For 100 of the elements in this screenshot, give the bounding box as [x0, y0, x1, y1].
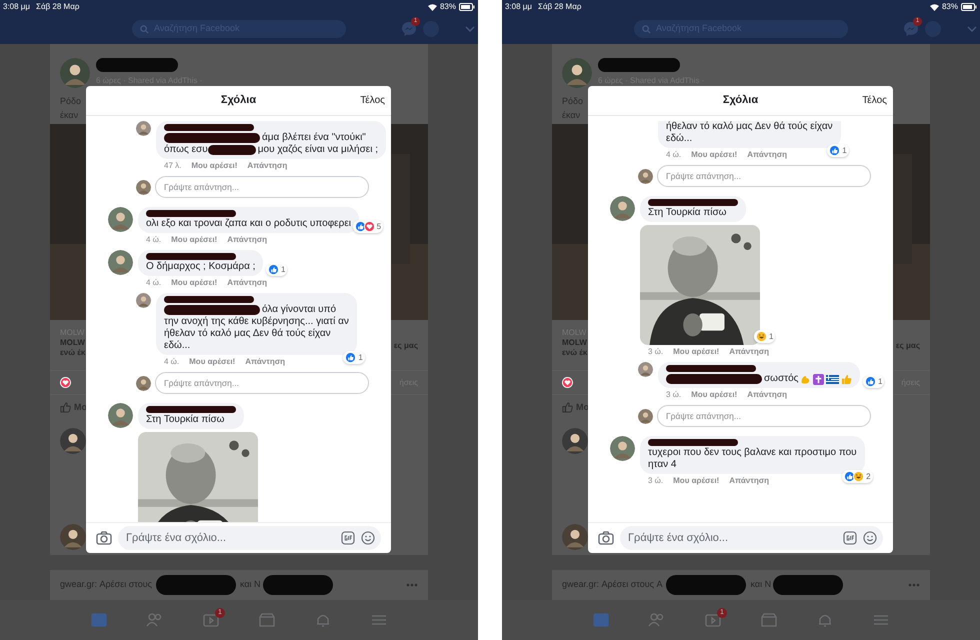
video-icon[interactable] [202, 612, 220, 628]
comment-time: 4 ώ. [146, 235, 162, 245]
messenger-icon[interactable] [401, 21, 417, 37]
reply-link[interactable]: Απάντηση [747, 390, 788, 400]
avatar [610, 436, 635, 461]
thumbs-up-icon [841, 374, 852, 384]
comment-time: 4 ώ. [164, 357, 180, 367]
avatar [108, 250, 133, 275]
news-feed-icon[interactable] [592, 612, 610, 628]
thumbs-up-icon [60, 402, 71, 413]
reaction-count[interactable]: 2 [842, 470, 873, 483]
comment-text: ηταν 4 [648, 459, 676, 471]
reply-link[interactable]: Απάντηση [729, 347, 770, 357]
author-avatar [60, 58, 90, 88]
avatar [136, 376, 151, 390]
smiley-icon[interactable] [863, 531, 877, 545]
commenter-avatar [60, 524, 86, 550]
status-time: 3:08 μμ [505, 1, 532, 13]
dialog-title: Σχόλια [722, 93, 758, 108]
chevron-down-icon[interactable] [967, 26, 977, 32]
reaction-count[interactable]: 1 [343, 351, 365, 364]
done-button[interactable]: Τέλος [360, 93, 385, 108]
smiley-icon[interactable] [361, 531, 375, 545]
status-date: Σάβ 28 Μαρ [36, 1, 80, 13]
laughing-reaction-icon [853, 471, 864, 482]
like-link[interactable]: Μου αρέσει! [191, 161, 238, 171]
like-link[interactable]: Μου αρέσει! [171, 278, 218, 288]
avatar [136, 293, 151, 308]
reply-link[interactable]: Απάντηση [247, 161, 288, 171]
like-link[interactable]: Μου αρέσει! [673, 476, 720, 486]
avatar [108, 403, 133, 428]
done-button[interactable]: Τέλος [862, 93, 887, 108]
like-link[interactable]: Μου αρέσει! [171, 235, 218, 245]
dialog-title: Σχόλια [220, 93, 256, 108]
bell-icon[interactable] [314, 612, 332, 628]
flexed-arm-icon [800, 374, 812, 384]
commenter-avatar [60, 428, 86, 454]
reaction-count[interactable]: 1 [754, 330, 776, 343]
comment-time: 3 ώ. [666, 390, 682, 400]
like-link[interactable]: Μου αρέσει! [189, 357, 236, 367]
comment-text: σωστός [764, 373, 798, 385]
like-reaction-icon [268, 264, 280, 275]
redaction-bar [773, 575, 844, 595]
gif-icon[interactable] [341, 531, 355, 545]
messenger-icon[interactable] [903, 21, 919, 37]
comment-time: 4 ώ. [146, 278, 162, 288]
comment-text: μου χαζός είναι να μιλήσει ; [258, 144, 378, 156]
chevron-down-icon[interactable] [465, 26, 475, 32]
commenter-avatar [562, 524, 588, 550]
comment-text: ήθελαν τό καλό μας Δεν θά τούς είχαν [164, 328, 331, 340]
status-time: 3:08 μμ [3, 1, 30, 13]
commenter-avatar [562, 428, 588, 454]
comment-text: εδώ... [164, 340, 190, 352]
comment-time: 3 ώ. [648, 347, 664, 357]
reply-link[interactable]: Απάντηση [245, 357, 286, 367]
cross-icon [813, 374, 824, 384]
more-icon[interactable] [406, 583, 418, 587]
bell-icon[interactable] [816, 612, 834, 628]
status-date: Σάβ 28 Μαρ [538, 1, 582, 13]
comment-text: την ανοχή της κάθε κυβέρνησης... γιατί αν [164, 316, 349, 328]
heart-reaction-icon [60, 377, 71, 388]
flag-icon [826, 374, 840, 384]
reply-field[interactable]: Γράψτε απάντηση... [657, 405, 871, 427]
like-link[interactable]: Μου αρέσει! [691, 390, 738, 400]
avatar [108, 207, 133, 232]
comment-text: Ο δήμαρχος ; Κοσμάρα ; [146, 261, 256, 273]
wifi-icon [930, 4, 939, 10]
comment-time: 3 ώ. [648, 476, 664, 486]
news-feed-icon[interactable] [90, 612, 108, 628]
comment-time: 47 λ. [164, 161, 182, 171]
reply-link[interactable]: Απάντηση [729, 476, 770, 486]
comment-field[interactable]: Γράψτε ένα σχόλιο... [118, 526, 381, 550]
comment-text: όλα γίνονται υπό [262, 304, 336, 316]
video-icon[interactable] [704, 612, 722, 628]
battery-percent: 83% [440, 1, 456, 13]
like-reaction-icon [865, 376, 876, 387]
gif-icon[interactable] [843, 531, 857, 545]
laughing-reaction-icon [756, 331, 767, 342]
store-icon[interactable] [760, 612, 778, 628]
reaction-count[interactable]: 1 [863, 375, 884, 388]
comment-field[interactable]: Γράψτε ένα σχόλιο... [620, 526, 883, 550]
reply-link[interactable]: Απάντηση [227, 278, 268, 288]
author-avatar [562, 58, 592, 88]
friends-icon[interactable] [648, 612, 666, 628]
avatar [638, 362, 653, 377]
avatar [638, 408, 653, 424]
like-link[interactable]: Μου αρέσει! [673, 347, 720, 357]
comment-text: ολι εξο και τροναι ζαπα και ο ροδυτις υποφερει [146, 218, 352, 230]
reaction-count[interactable]: 1 [266, 263, 288, 276]
reaction-count[interactable]: 5 [352, 220, 384, 233]
friends-icon[interactable] [146, 612, 164, 628]
avatar [136, 180, 151, 194]
more-icon[interactable] [908, 583, 920, 587]
camera-icon[interactable] [96, 531, 112, 545]
reply-field[interactable]: Γράψτε απάντηση... [155, 372, 369, 394]
avatar [136, 121, 151, 136]
reply-link[interactable]: Απάντηση [227, 235, 268, 245]
store-icon[interactable] [258, 612, 276, 628]
reply-field[interactable]: Γράψτε απάντηση... [155, 176, 369, 198]
camera-icon[interactable] [598, 531, 614, 545]
